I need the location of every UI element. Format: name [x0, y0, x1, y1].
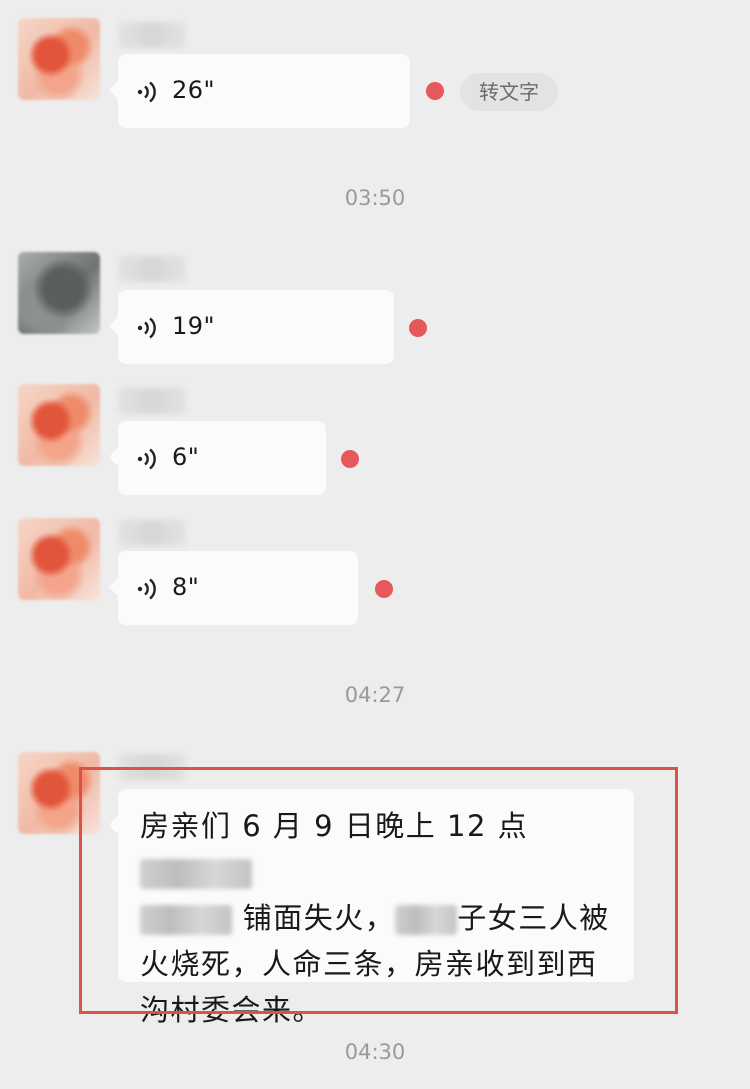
- sender-nickname-redacted: [118, 256, 186, 282]
- unread-dot: [341, 450, 359, 468]
- unread-dot: [409, 319, 427, 337]
- voice-message-bubble[interactable]: 26": [109, 54, 410, 128]
- voice-message-bubble[interactable]: 6": [109, 421, 326, 495]
- voice-wave-icon: [137, 578, 156, 600]
- voice-duration: 19": [172, 312, 216, 340]
- voice-message-bubble[interactable]: 19": [109, 290, 394, 364]
- sender-nickname-redacted: [118, 388, 186, 414]
- convert-to-text-button[interactable]: 转文字: [460, 73, 558, 111]
- timestamp: 04:27: [344, 683, 406, 707]
- timestamp: 03:50: [344, 186, 406, 210]
- sender-avatar[interactable]: [18, 252, 100, 334]
- voice-message-bubble[interactable]: 8": [109, 551, 358, 625]
- timestamp: 04:30: [344, 1040, 406, 1064]
- voice-duration: 8": [172, 573, 200, 601]
- unread-dot: [426, 82, 444, 100]
- voice-duration: 6": [172, 443, 200, 471]
- sender-nickname-redacted: [118, 22, 186, 48]
- voice-wave-icon: [137, 81, 156, 103]
- sender-nickname-redacted: [118, 520, 186, 546]
- sender-avatar[interactable]: [18, 18, 100, 100]
- unread-dot: [375, 580, 393, 598]
- sender-avatar[interactable]: [18, 518, 100, 600]
- highlight-annotation-box: [79, 767, 678, 1014]
- sender-avatar[interactable]: [18, 384, 100, 466]
- voice-wave-icon: [137, 317, 156, 339]
- voice-wave-icon: [137, 448, 156, 470]
- voice-duration: 26": [172, 76, 216, 104]
